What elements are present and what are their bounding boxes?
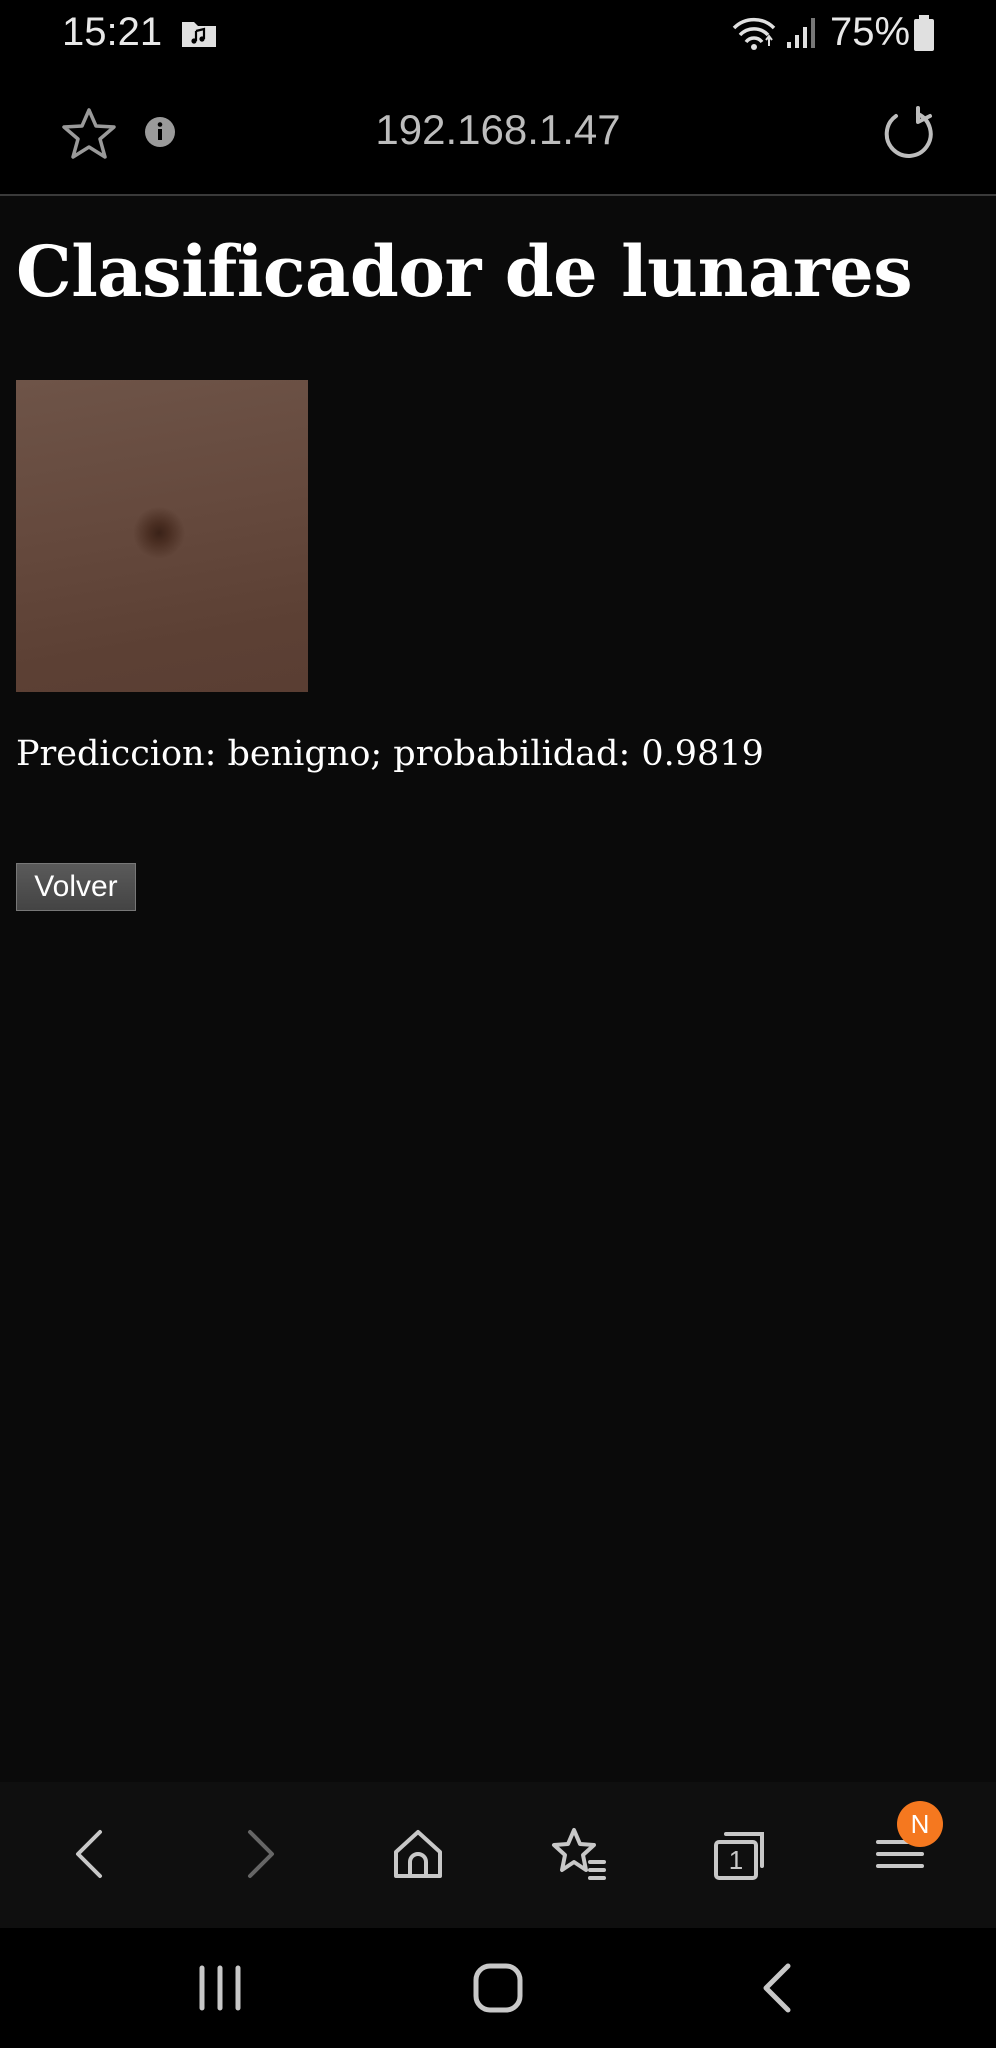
forward-icon[interactable] — [226, 1822, 290, 1886]
home-icon[interactable] — [386, 1822, 450, 1886]
prediction-text: Prediccion: benigno; probabilidad: 0.981… — [16, 734, 764, 774]
battery-percent: 75% — [830, 10, 911, 54]
page-title: Clasificador de lunares — [16, 230, 913, 313]
system-nav-bar — [0, 1928, 996, 2048]
mole-image — [16, 380, 308, 692]
status-bar: 15:21 75% — [0, 0, 996, 66]
battery-icon — [914, 15, 934, 51]
signal-icon — [787, 18, 815, 48]
back-button[interactable]: Volver — [16, 863, 136, 911]
back-icon[interactable] — [60, 1822, 124, 1886]
tabs-count: 1 — [729, 1845, 743, 1875]
recent-apps-icon[interactable] — [188, 1956, 252, 2020]
url-text[interactable]: 192.168.1.47 — [0, 106, 996, 154]
menu-badge: N — [897, 1801, 943, 1847]
status-time: 15:21 — [62, 10, 163, 54]
browser-toolbar: 1 — [0, 1782, 996, 1928]
music-folder-icon — [182, 22, 216, 47]
home-icon[interactable] — [466, 1956, 530, 2020]
tabs-icon[interactable]: 1 — [708, 1822, 772, 1886]
address-bar: 192.168.1.47 — [0, 66, 996, 196]
back-icon[interactable] — [746, 1956, 810, 2020]
wifi-icon — [732, 17, 776, 50]
bookmarks-icon[interactable] — [546, 1822, 610, 1886]
reload-icon[interactable] — [880, 106, 936, 162]
